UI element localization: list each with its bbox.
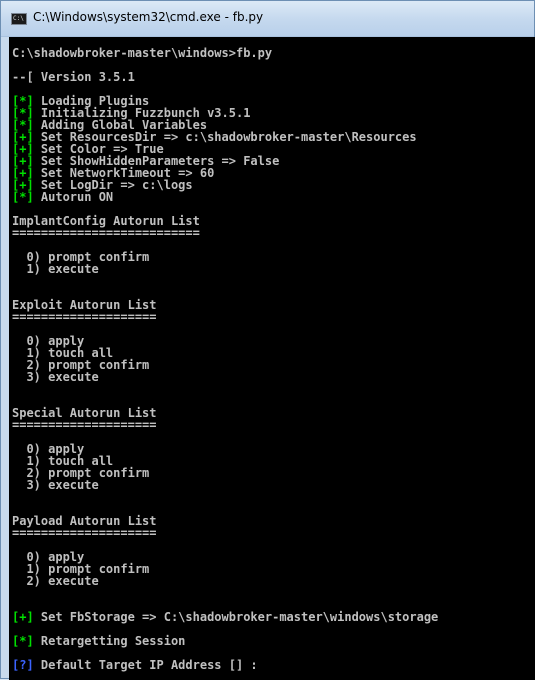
console-line-text: --[ Version 3.5.1	[12, 70, 135, 84]
console-line-text: 2) execute	[12, 574, 99, 588]
console-line-text: 3) execute	[12, 370, 99, 384]
console-line-tag: [?]	[12, 658, 34, 672]
console-line-text: Autorun ON	[33, 190, 114, 204]
console-line: C:\shadowbroker-master\windows>fb.py	[12, 47, 272, 59]
console-line-tag: [*]	[12, 190, 34, 204]
cmd-window: C:\ C:\Windows\system32\cmd.exe - fb.py …	[0, 0, 535, 680]
console-line: 2) execute	[12, 574, 99, 588]
console-line-text: Default Target IP Address [] :	[33, 658, 258, 672]
console-output[interactable]: C:\shadowbroker-master\windows>fb.py --[…	[9, 37, 535, 680]
window-title: C:\Windows\system32\cmd.exe - fb.py	[33, 10, 264, 24]
console-line: ====================	[12, 311, 157, 323]
console-prompt-line[interactable]: [?] Default Target IP Address [] :	[12, 659, 258, 671]
console-line: --[ Version 3.5.1	[12, 71, 135, 83]
console-line-text: ====================	[12, 310, 157, 324]
title-bar[interactable]: C:\ C:\Windows\system32\cmd.exe - fb.py	[1, 1, 534, 37]
console-line-text: C:\shadowbroker-master\windows>fb.py	[12, 46, 273, 60]
console-line-text: ==========================	[12, 226, 200, 240]
console-line: ====================	[12, 527, 157, 539]
console-line-text: ====================	[12, 418, 157, 432]
console-line-text: Retargetting Session	[33, 634, 186, 648]
console-line-text: 3) execute	[12, 478, 99, 492]
console-line: 3) execute	[12, 478, 99, 492]
console-line-tag: [*]	[12, 634, 34, 648]
console-line-text: 1) execute	[12, 262, 99, 276]
console-line: [*] Autorun ON	[12, 191, 113, 203]
console-line: ==========================	[12, 227, 200, 239]
console-line: 1) execute	[12, 262, 99, 276]
console-line: [*] Retargetting Session	[12, 635, 185, 647]
console-line: ====================	[12, 419, 157, 431]
cmd-app-icon[interactable]: C:\	[11, 13, 27, 25]
console-line-tag: [+]	[12, 610, 34, 624]
console-line-text: Set FbStorage => C:\shadowbroker-master\…	[33, 610, 439, 624]
console-line-text: ====================	[12, 526, 157, 540]
console-line: 3) execute	[12, 370, 99, 384]
console-line: [+] Set FbStorage => C:\shadowbroker-mas…	[12, 611, 438, 623]
